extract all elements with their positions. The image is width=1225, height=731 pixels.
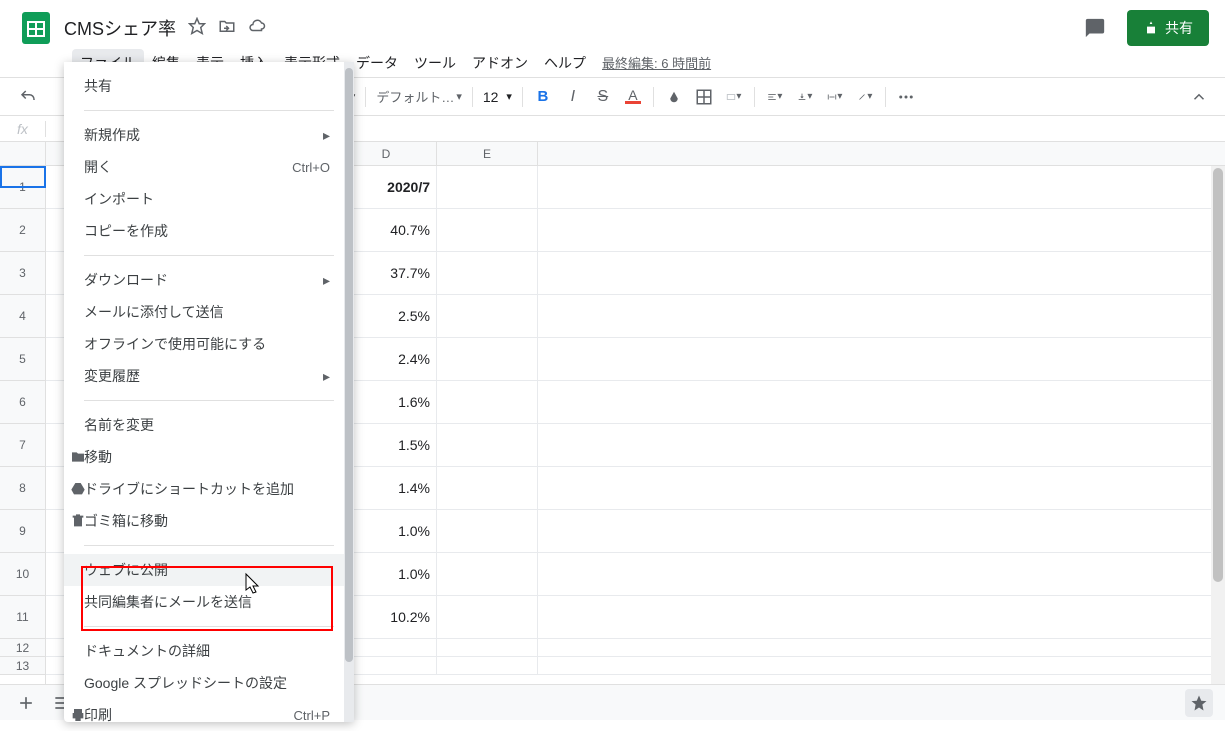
row-header[interactable]: 4: [0, 295, 45, 338]
share-button-label: 共有: [1165, 18, 1193, 38]
cell[interactable]: [437, 596, 538, 638]
font-size-select[interactable]: 12 ▾: [479, 89, 516, 105]
menu-help[interactable]: ヘルプ: [536, 49, 594, 77]
menu-item-移動[interactable]: 移動: [64, 441, 354, 473]
h-align-button[interactable]: ▾: [761, 83, 789, 111]
menu-item-Google スプレッドシートの設定[interactable]: Google スプレッドシートの設定: [64, 667, 354, 699]
wrap-button[interactable]: ▾: [821, 83, 849, 111]
cell[interactable]: [437, 657, 538, 674]
menu-addons[interactable]: アドオン: [464, 49, 536, 77]
borders-button[interactable]: [690, 83, 718, 111]
cell[interactable]: [437, 166, 538, 208]
cell[interactable]: [437, 381, 538, 423]
menu-item-名前を変更[interactable]: 名前を変更: [64, 409, 354, 441]
menu-item-コピーを作成[interactable]: コピーを作成: [64, 215, 354, 247]
cell[interactable]: [437, 467, 538, 509]
row-headers: 12345678910111213: [0, 142, 46, 684]
explore-button[interactable]: [1185, 689, 1213, 717]
document-title[interactable]: CMSシェア率: [64, 15, 176, 41]
menu-item-ウェブに公開[interactable]: ウェブに公開: [64, 554, 354, 586]
fill-color-button[interactable]: [660, 83, 688, 111]
menu-item-ドキュメントの詳細[interactable]: ドキュメントの詳細: [64, 635, 354, 667]
menu-item-印刷[interactable]: 印刷Ctrl+P: [64, 699, 354, 731]
merge-cells-button[interactable]: ▾: [720, 83, 748, 111]
collapse-toolbar-button[interactable]: [1185, 83, 1213, 111]
menu-tools[interactable]: ツール: [406, 49, 464, 77]
cloud-status-icon[interactable]: [248, 17, 266, 40]
row-header[interactable]: 8: [0, 467, 45, 510]
undo-button[interactable]: [14, 83, 42, 111]
menu-item-新規作成[interactable]: 新規作成▸: [64, 119, 354, 151]
vertical-scrollbar[interactable]: [1211, 166, 1225, 684]
cell[interactable]: [437, 639, 538, 656]
menu-item-共有[interactable]: 共有: [64, 70, 354, 102]
select-all-cell[interactable]: [0, 142, 45, 166]
fx-icon: fx: [0, 121, 46, 137]
menu-separator: [84, 400, 334, 401]
menu-separator: [84, 110, 334, 111]
menu-data[interactable]: データ: [348, 49, 406, 77]
menu-item-オフラインで使用可能にする[interactable]: オフラインで使用可能にする: [64, 328, 354, 360]
menu-item-ダウンロード[interactable]: ダウンロード▸: [64, 264, 354, 296]
row-header[interactable]: 3: [0, 252, 45, 295]
row-header[interactable]: 5: [0, 338, 45, 381]
row-header[interactable]: 1: [0, 166, 45, 209]
bold-button[interactable]: B: [529, 83, 557, 111]
menu-item-インポート[interactable]: インポート: [64, 183, 354, 215]
row-header[interactable]: 2: [0, 209, 45, 252]
more-button[interactable]: [892, 83, 920, 111]
title-bar: CMSシェア率 共有: [0, 0, 1225, 48]
strikethrough-button[interactable]: S: [589, 83, 617, 111]
comments-button[interactable]: [1079, 12, 1111, 44]
row-header[interactable]: 11: [0, 596, 45, 639]
menu-item-変更履歴[interactable]: 変更履歴▸: [64, 360, 354, 392]
menu-item-ドライブにショートカットを追加[interactable]: ドライブにショートカットを追加: [64, 473, 354, 505]
row-header[interactable]: 10: [0, 553, 45, 596]
menu-item-共同編集者にメールを送信[interactable]: 共同編集者にメールを送信: [64, 586, 354, 618]
menu-item-メールに添付して送信[interactable]: メールに添付して送信: [64, 296, 354, 328]
file-menu-dropdown: 共有新規作成▸開くCtrl+Oインポートコピーを作成ダウンロード▸メールに添付し…: [64, 62, 354, 722]
v-align-button[interactable]: ▾: [791, 83, 819, 111]
move-folder-icon[interactable]: [218, 17, 236, 40]
dropdown-scrollbar[interactable]: [344, 62, 354, 722]
cell[interactable]: [437, 338, 538, 380]
menu-separator: [84, 545, 334, 546]
rotate-button[interactable]: ▾: [851, 83, 879, 111]
add-sheet-button[interactable]: [12, 689, 40, 717]
menu-item-開く[interactable]: 開くCtrl+O: [64, 151, 354, 183]
last-edit-link[interactable]: 最終編集: 6 時間前: [602, 53, 711, 72]
font-select[interactable]: デフォルト…▾: [372, 87, 466, 106]
cell[interactable]: [437, 553, 538, 595]
row-header[interactable]: 6: [0, 381, 45, 424]
cell[interactable]: [437, 252, 538, 294]
menu-separator: [84, 255, 334, 256]
sheets-logo[interactable]: [16, 8, 56, 48]
row-header[interactable]: 7: [0, 424, 45, 467]
row-header[interactable]: 13: [0, 657, 45, 675]
col-header[interactable]: E: [437, 142, 538, 165]
cell[interactable]: [437, 510, 538, 552]
row-header[interactable]: 12: [0, 639, 45, 657]
share-button[interactable]: 共有: [1127, 10, 1209, 46]
row-header[interactable]: 9: [0, 510, 45, 553]
menu-separator: [84, 626, 334, 627]
star-icon[interactable]: [188, 17, 206, 40]
cell[interactable]: [437, 424, 538, 466]
text-color-button[interactable]: A: [619, 83, 647, 111]
mouse-cursor: [242, 572, 262, 601]
cell[interactable]: [437, 209, 538, 251]
menu-item-ゴミ箱に移動[interactable]: ゴミ箱に移動: [64, 505, 354, 537]
title-actions: [188, 17, 266, 40]
italic-button[interactable]: I: [559, 83, 587, 111]
cell[interactable]: [437, 295, 538, 337]
